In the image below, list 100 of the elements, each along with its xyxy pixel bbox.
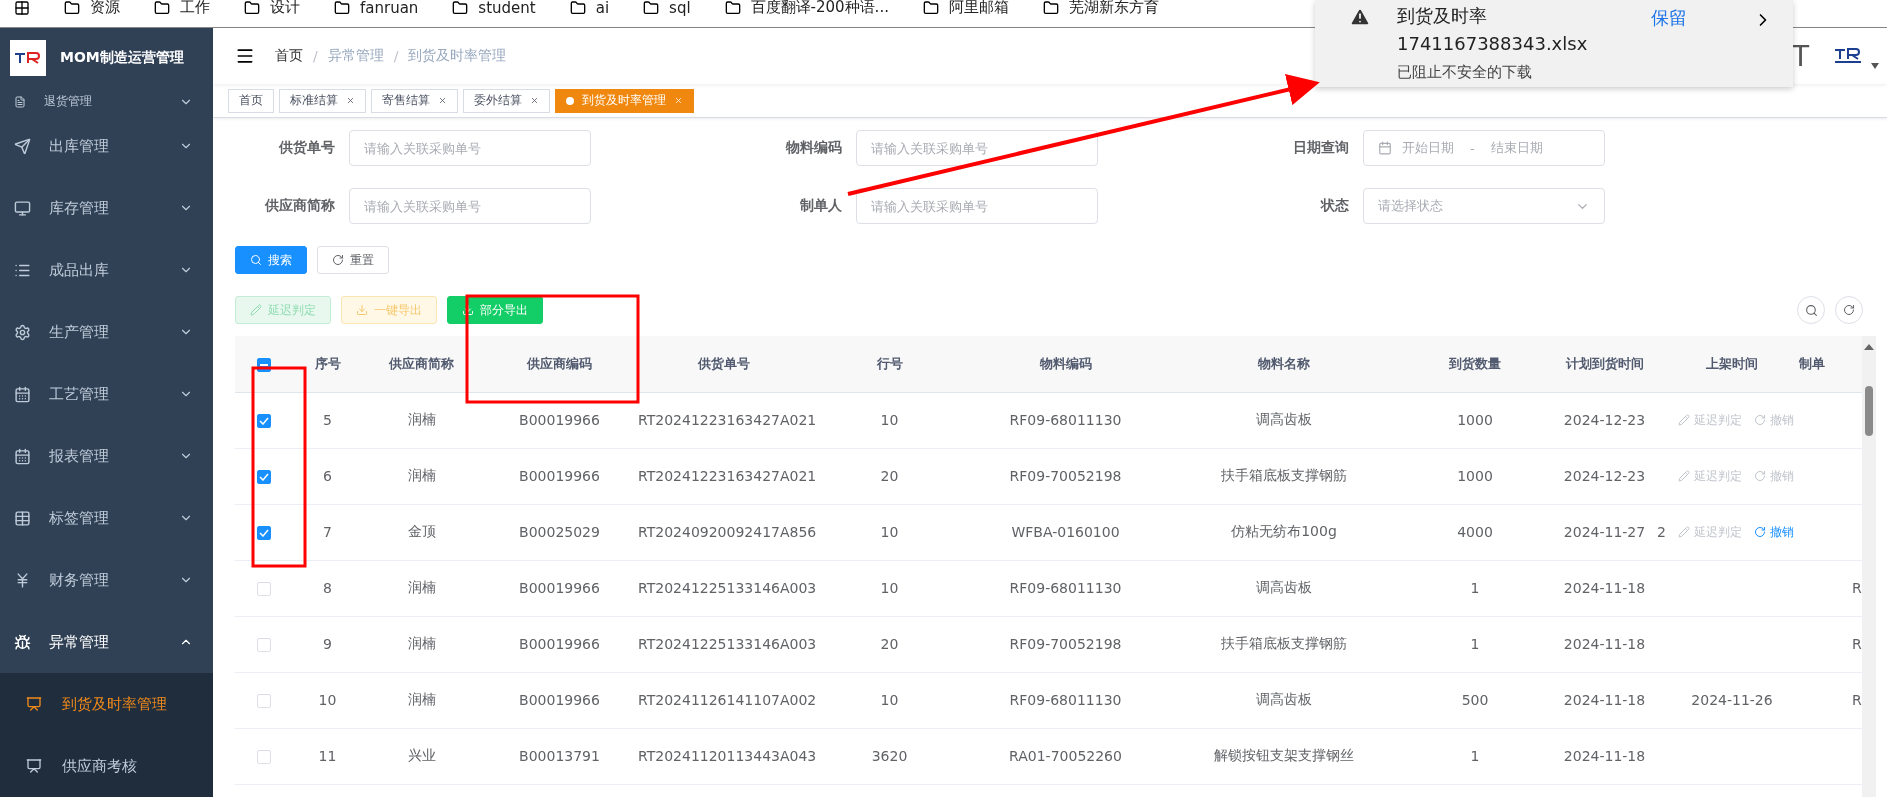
field-label: 日期查询 bbox=[1292, 139, 1349, 157]
refresh-button[interactable] bbox=[1835, 296, 1863, 324]
close-icon[interactable] bbox=[530, 96, 539, 105]
bookmark[interactable]: ai bbox=[595, 0, 610, 17]
breadcrumb-link[interactable]: 首页 bbox=[275, 47, 303, 65]
table-cell: 2024-11-18 bbox=[1563, 636, 1646, 652]
bookmark[interactable]: fanruan bbox=[360, 0, 419, 17]
sidebar-item[interactable]: 成品出库 bbox=[0, 239, 213, 301]
dot-icon bbox=[566, 96, 574, 105]
table-cell: 润楠 bbox=[407, 691, 436, 707]
bookmark[interactable]: 资源 bbox=[90, 0, 120, 17]
input-field[interactable]: 请输入关联采购单号 bbox=[856, 188, 1098, 224]
table-cell: RT20241120113443A043 bbox=[638, 748, 817, 764]
column-header: 上架时间 bbox=[1666, 336, 1798, 392]
calendar-icon bbox=[14, 385, 31, 403]
breadcrumb-separator: / bbox=[393, 48, 399, 64]
table-cell: B00013791 bbox=[519, 748, 600, 764]
input-field[interactable]: 请输入关联采购单号 bbox=[856, 130, 1098, 166]
table-cell: 2024-11-27 bbox=[1563, 524, 1646, 540]
tab[interactable]: 寄售结算 bbox=[371, 88, 458, 113]
table-cell: 金顶 bbox=[407, 523, 436, 539]
table-cell: RF09-68011130 bbox=[1009, 412, 1122, 428]
checkbox[interactable] bbox=[257, 470, 271, 484]
download-icon bbox=[356, 304, 368, 316]
bookmark[interactable]: student bbox=[478, 0, 536, 17]
sidebar-item[interactable]: 标签管理 bbox=[0, 487, 213, 549]
table-cell: 4000 bbox=[1457, 524, 1493, 540]
search-icon bbox=[1804, 303, 1818, 317]
sidebar-subitem[interactable]: 到货及时率管理 bbox=[0, 673, 213, 735]
caret-icon[interactable] bbox=[1871, 63, 1879, 69]
breadcrumb-separator: / bbox=[313, 48, 318, 64]
download-status: 已阻止不安全的下载 bbox=[1397, 62, 1533, 83]
table-cell: 2024-12-23 bbox=[1563, 468, 1646, 484]
table-cell: 1000 bbox=[1457, 412, 1493, 428]
sidebar-item[interactable]: 生产管理 bbox=[0, 301, 213, 363]
scrollbar[interactable] bbox=[1862, 336, 1876, 797]
bookmark[interactable]: 设计 bbox=[270, 0, 300, 17]
table-cell: 10 bbox=[318, 692, 337, 708]
refresh-icon bbox=[1754, 414, 1766, 426]
table-cell: 2024-12-23 bbox=[1563, 412, 1646, 428]
field-label: 制单人 bbox=[799, 197, 842, 215]
refresh-icon bbox=[332, 254, 344, 266]
sidebar-item[interactable]: 财务管理 bbox=[0, 549, 213, 611]
column-header: 到货数量 bbox=[1407, 336, 1543, 392]
table-cell: R bbox=[1852, 580, 1862, 596]
search-button[interactable] bbox=[1797, 296, 1825, 324]
sidebar-item[interactable]: 异常管理 bbox=[0, 611, 213, 673]
field-label: 供货单号 bbox=[278, 139, 335, 157]
close-icon[interactable] bbox=[346, 96, 355, 105]
scroll-up-icon[interactable] bbox=[1864, 344, 1874, 350]
table-cell: 调高齿板 bbox=[1256, 579, 1312, 595]
checkbox[interactable] bbox=[257, 526, 271, 540]
table-cell: RF09-68011130 bbox=[1009, 580, 1122, 596]
column-header: 行号 bbox=[809, 336, 970, 392]
bookmark[interactable]: 阿里邮箱 bbox=[948, 0, 1009, 17]
table-cell: B00019966 bbox=[519, 580, 600, 596]
calendar-icon bbox=[14, 447, 31, 465]
sidebar-subitem[interactable]: 供应商考核 bbox=[0, 735, 213, 797]
sidebar-item[interactable]: 报表管理 bbox=[0, 425, 213, 487]
table-cell: 500 bbox=[1461, 692, 1489, 708]
bookmark[interactable]: 工作 bbox=[180, 0, 210, 17]
table-cell: 10 bbox=[880, 524, 899, 540]
tab[interactable]: 首页 bbox=[228, 88, 274, 113]
table-cell: 9 bbox=[323, 636, 332, 652]
tab[interactable]: 委外结算 bbox=[463, 88, 550, 113]
folder-icon bbox=[922, 0, 939, 16]
reset-button[interactable]: 重置 bbox=[317, 246, 389, 274]
table-cell: RT20241225133146A003 bbox=[638, 636, 817, 652]
input-field[interactable]: 请输入关联采购单号 bbox=[349, 188, 591, 224]
bookmark[interactable]: sql bbox=[669, 0, 691, 17]
menu-icon[interactable] bbox=[235, 46, 255, 66]
column-header: 供货单号 bbox=[638, 336, 809, 392]
keep-link[interactable]: 保留 bbox=[1651, 6, 1687, 87]
row-action-link[interactable]: 撤销 bbox=[1754, 523, 1794, 541]
column-header: 计划到货时间 bbox=[1543, 336, 1666, 392]
sidebar-item[interactable]: 工艺管理 bbox=[0, 363, 213, 425]
tab[interactable]: 标准结算 bbox=[279, 88, 366, 113]
input-field[interactable]: 请输入关联采购单号 bbox=[349, 130, 591, 166]
column-header: 物料名称 bbox=[1161, 336, 1407, 392]
table-cell: 7 bbox=[323, 524, 332, 540]
checkbox[interactable] bbox=[257, 414, 271, 428]
sidebar-item[interactable]: 出库管理 bbox=[0, 115, 213, 177]
table-cell: 调高齿板 bbox=[1256, 411, 1312, 427]
folder-icon bbox=[724, 0, 741, 16]
table-cell: RF09-70052198 bbox=[1009, 636, 1122, 652]
table-cell: RT20241126141107A002 bbox=[638, 692, 817, 708]
table-cell: 5 bbox=[323, 412, 332, 428]
table-cell: 8 bbox=[323, 580, 332, 596]
bookmark[interactable]: 百度翻译-200种语... bbox=[750, 0, 889, 17]
sidebar-item[interactable]: 库存管理 bbox=[0, 177, 213, 239]
apps-icon[interactable] bbox=[14, 0, 30, 16]
warning-icon bbox=[1349, 6, 1371, 28]
table-cell: B00019966 bbox=[519, 636, 600, 652]
sidebar-item[interactable]: 退货管理 bbox=[0, 88, 213, 115]
table-cell: 3620 bbox=[871, 748, 908, 764]
pencil-icon bbox=[1678, 526, 1690, 538]
scrollbar-thumb[interactable] bbox=[1865, 386, 1873, 436]
close-icon[interactable] bbox=[438, 96, 447, 105]
table-cell: 10 bbox=[880, 412, 899, 428]
presentation-icon bbox=[26, 696, 42, 712]
